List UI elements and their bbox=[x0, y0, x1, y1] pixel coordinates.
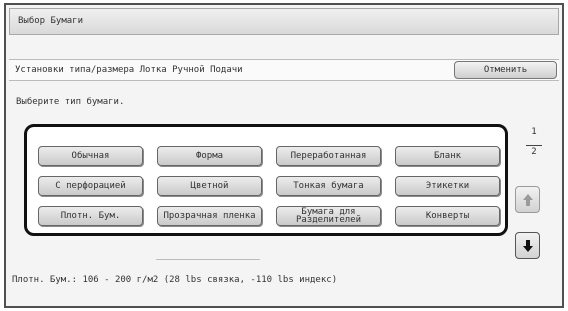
paper-type-prepunched[interactable]: С перфорацией bbox=[38, 176, 143, 196]
paper-type-labels[interactable]: Этикетки bbox=[395, 176, 500, 196]
paper-select-window: Выбор Бумаги Установки типа/размера Лотк… bbox=[4, 3, 564, 308]
paper-type-thin[interactable]: Тонкая бумага bbox=[276, 176, 381, 196]
cancel-button[interactable]: Отменить bbox=[454, 61, 557, 79]
paper-type-envelopes[interactable]: Конверты bbox=[395, 206, 500, 226]
paper-type-letterhead[interactable]: Бланк bbox=[395, 146, 500, 166]
page-up-button[interactable] bbox=[515, 186, 540, 213]
paper-type-form[interactable]: Форма bbox=[157, 146, 262, 166]
paper-type-recycled[interactable]: Переработанная bbox=[276, 146, 381, 166]
window-title: Выбор Бумаги bbox=[9, 8, 559, 35]
arrow-down-icon bbox=[522, 239, 533, 252]
paper-type-prompt: Выберите тип бумаги. bbox=[16, 97, 125, 107]
paper-info-text: Плотн. Бум.: 106 - 200 г/м2 (28 lbs связ… bbox=[12, 275, 338, 285]
paper-type-tab-paper[interactable]: Бумага для Разделителей bbox=[276, 206, 381, 226]
page-total: 2 bbox=[531, 147, 537, 157]
page-current: 1 bbox=[531, 127, 537, 137]
info-divider bbox=[156, 259, 260, 260]
paper-type-plain[interactable]: Обычная bbox=[38, 146, 143, 166]
tray-settings-label: Установки типа/размера Лотка Ручной Пода… bbox=[15, 65, 243, 75]
page-separator bbox=[526, 145, 542, 146]
paper-type-color[interactable]: Цветной bbox=[157, 176, 262, 196]
paper-type-heavy[interactable]: Плотн. Бум. bbox=[38, 206, 143, 226]
page-down-button[interactable] bbox=[515, 232, 540, 259]
arrow-up-icon bbox=[522, 193, 533, 206]
paper-type-transparency[interactable]: Прозрачная пленка bbox=[157, 206, 262, 226]
paper-type-group: Обычная Форма Переработанная Бланк С пер… bbox=[24, 124, 508, 236]
